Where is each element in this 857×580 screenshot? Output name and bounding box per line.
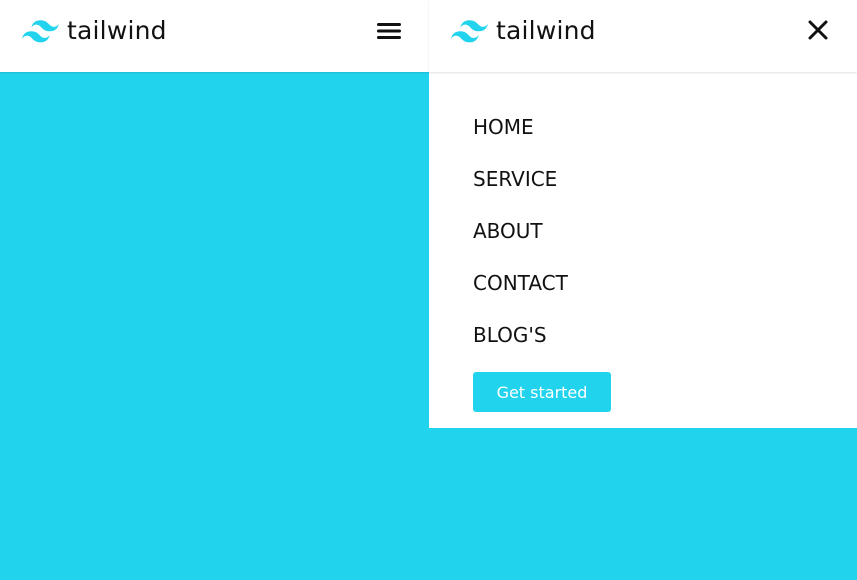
mobile-view-collapsed: tailwind: [0, 0, 429, 580]
navbar: tailwind: [429, 0, 857, 72]
brand-name: tailwind: [496, 16, 596, 45]
tailwind-logo-icon: [451, 19, 488, 42]
nav-link-home[interactable]: HOME: [473, 112, 534, 142]
brand-name: tailwind: [67, 16, 167, 45]
nav-link-service[interactable]: SERVICE: [473, 164, 557, 194]
nav-item-home: HOME: [473, 112, 568, 164]
nav-item-contact: CONTACT: [473, 268, 568, 320]
close-menu-button[interactable]: [805, 17, 831, 43]
nav-item-service: SERVICE: [473, 164, 568, 216]
get-started-button[interactable]: Get started: [473, 372, 611, 412]
mobile-view-expanded: tailwind HOME SERVICE ABOUT CONTACT BLOG…: [429, 0, 857, 580]
brand-link[interactable]: tailwind: [451, 18, 596, 44]
close-icon: [808, 20, 828, 40]
hamburger-menu-icon: [377, 23, 401, 39]
nav-link-contact[interactable]: CONTACT: [473, 268, 568, 298]
brand-link[interactable]: tailwind: [22, 18, 167, 44]
navbar: tailwind: [0, 0, 429, 72]
menu-toggle-button[interactable]: [375, 19, 403, 43]
nav-item-blogs: BLOG'S: [473, 320, 568, 372]
nav-list: HOME SERVICE ABOUT CONTACT BLOG'S: [473, 112, 568, 372]
tailwind-logo-icon: [22, 19, 59, 42]
nav-drawer: HOME SERVICE ABOUT CONTACT BLOG'S Get st…: [429, 72, 857, 428]
nav-item-about: ABOUT: [473, 216, 568, 268]
nav-link-blogs[interactable]: BLOG'S: [473, 320, 547, 350]
nav-link-about[interactable]: ABOUT: [473, 216, 543, 246]
